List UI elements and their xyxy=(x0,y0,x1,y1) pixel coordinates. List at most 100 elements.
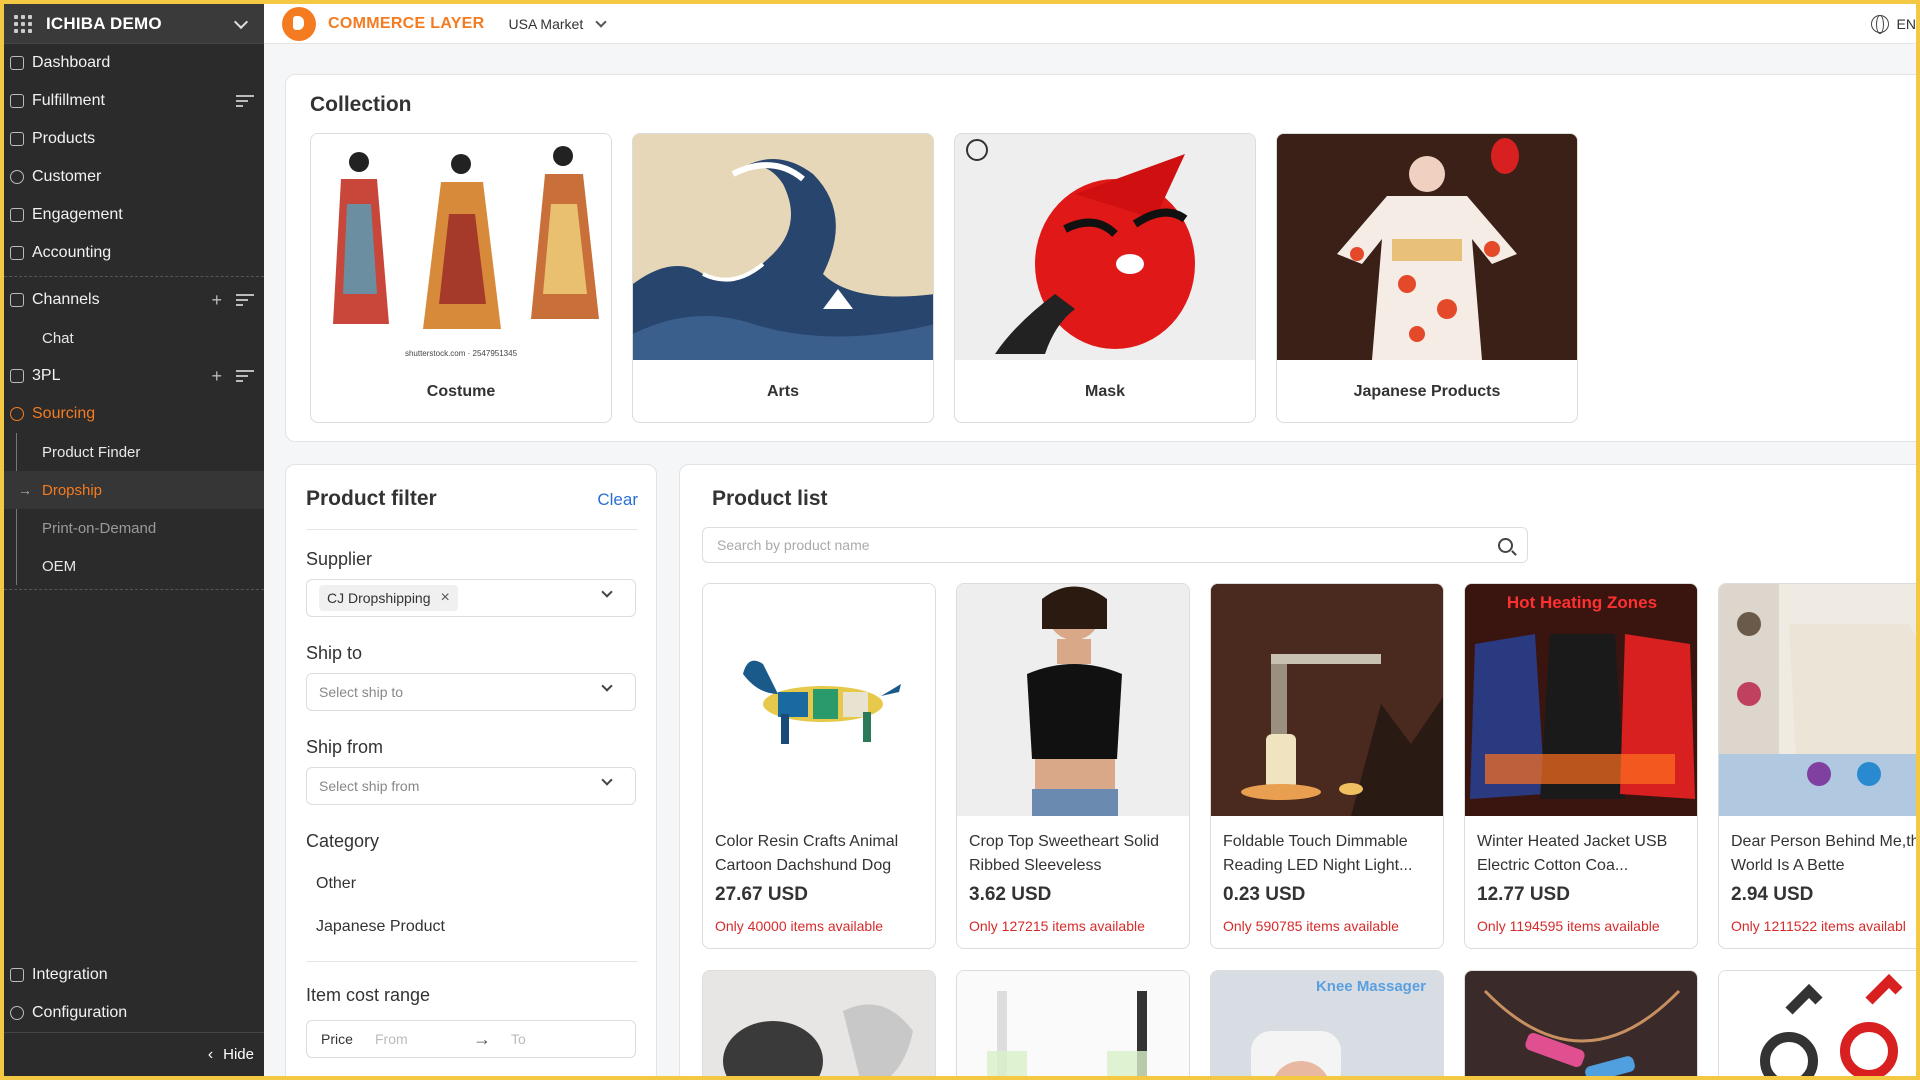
product-card[interactable] xyxy=(1718,970,1916,1076)
sidebar-item-label: Accounting xyxy=(32,244,112,261)
commerce-layer-logo-icon[interactable] xyxy=(282,6,316,41)
supplier-tag: CJ Dropshipping × xyxy=(319,585,458,611)
ship-from-label: Ship from xyxy=(306,737,384,757)
clear-filters-button[interactable]: Clear xyxy=(597,490,638,510)
org-switcher[interactable]: ICHIBA DEMO xyxy=(4,4,264,44)
filter-list-icon[interactable] xyxy=(236,369,254,383)
hide-sidebar-button[interactable]: ‹ Hide xyxy=(4,1032,264,1076)
arrow-right-icon: → xyxy=(473,1028,491,1049)
sidebar: ICHIBA DEMO Dashboard Fulfillment Produc… xyxy=(4,4,264,1076)
sidebar-subitem-chat[interactable]: Chat xyxy=(4,319,264,357)
cost-range-label: Item cost range xyxy=(306,985,431,1005)
sidebar-item-dashboard[interactable]: Dashboard xyxy=(4,44,264,82)
top-bar: COMMERCE LAYER USA Market EN xyxy=(264,4,1916,44)
product-image-shaver xyxy=(703,971,935,1076)
product-image-keychain xyxy=(1719,971,1916,1076)
sidebar-item-3pl[interactable]: 3PL + xyxy=(4,357,264,395)
supplier-select[interactable]: CJ Dropshipping × xyxy=(306,579,636,617)
product-card[interactable] xyxy=(956,970,1190,1076)
sidebar-subitem-print-on-demand[interactable]: Print-on-Demand xyxy=(4,509,264,547)
price-range-field: Price → xyxy=(306,1020,636,1058)
sidebar-item-sourcing[interactable]: Sourcing xyxy=(4,395,264,433)
sidebar-item-label: Sourcing xyxy=(32,405,96,422)
sidebar-item-label: Integration xyxy=(32,966,108,983)
sidebar-subitem-dropship[interactable]: → Dropship xyxy=(4,471,264,509)
product-card[interactable]: Hot Heating Zones Winter Heated Jacket U… xyxy=(1464,583,1698,949)
remove-tag-icon[interactable]: × xyxy=(441,589,450,607)
plus-icon[interactable]: + xyxy=(211,290,222,311)
language-selector[interactable]: EN xyxy=(1870,14,1916,34)
filter-list-icon[interactable] xyxy=(236,94,254,108)
divider xyxy=(4,589,264,590)
sidebar-item-fulfillment[interactable]: Fulfillment xyxy=(4,82,264,120)
category-option-other[interactable]: Other xyxy=(316,875,356,893)
sourcing-search-icon xyxy=(10,407,24,421)
product-stock: Only 1211522 items availabl xyxy=(1731,918,1906,934)
product-card[interactable]: Dear Person Behind Me,the World Is A Bet… xyxy=(1718,583,1916,949)
apps-grid-icon[interactable] xyxy=(14,14,32,33)
collection-card-japanese-products[interactable]: Japanese Products xyxy=(1276,133,1578,423)
filter-title: Product filter xyxy=(306,487,437,510)
product-image-crystal-necklace xyxy=(1465,971,1697,1076)
search-input[interactable] xyxy=(717,537,1498,553)
fulfillment-icon xyxy=(10,94,24,108)
collection-card-costume[interactable]: shutterstock.com · 2547951345 Costume xyxy=(310,133,612,423)
category-option-japanese-product[interactable]: Japanese Product xyxy=(316,918,445,936)
sidebar-subitem-oem[interactable]: OEM xyxy=(4,547,264,585)
collection-label: Mask xyxy=(1084,383,1126,400)
ship-to-placeholder: Select ship to xyxy=(319,684,404,700)
sidebar-bottom: Integration Configuration ‹ Hide xyxy=(4,956,264,1076)
product-card[interactable] xyxy=(702,970,936,1076)
supplier-tag-label: CJ Dropshipping xyxy=(327,590,431,606)
chevron-down-icon xyxy=(601,586,613,598)
sidebar-item-label: Products xyxy=(32,130,96,147)
product-card[interactable] xyxy=(1464,970,1698,1076)
ship-from-select[interactable]: Select ship from xyxy=(306,767,636,805)
product-price: 0.23 USD xyxy=(1223,884,1306,905)
app-frame: ICHIBA DEMO Dashboard Fulfillment Produc… xyxy=(4,4,1916,1076)
dashboard-icon xyxy=(10,56,24,70)
sidebar-item-customer[interactable]: Customer xyxy=(4,158,264,196)
plus-icon[interactable]: + xyxy=(211,366,222,387)
sidebar-item-channels[interactable]: Channels + xyxy=(4,281,264,319)
filter-list-icon[interactable] xyxy=(236,293,254,307)
divider xyxy=(4,276,264,277)
jacket-banner-text: Hot Heating Zones xyxy=(1507,593,1657,612)
sidebar-item-label: Configuration xyxy=(32,1004,128,1021)
integration-icon xyxy=(10,968,24,982)
knee-banner-text: Knee Massager xyxy=(1316,978,1426,995)
sidebar-item-engagement[interactable]: Engagement xyxy=(4,196,264,234)
warehouse-icon xyxy=(10,369,24,383)
chevron-left-icon: ‹ xyxy=(207,1045,214,1063)
sidebar-item-products[interactable]: Products xyxy=(4,120,264,158)
sidebar-item-configuration[interactable]: Configuration xyxy=(4,994,264,1032)
sidebar-subitem-label: Print-on-Demand xyxy=(42,519,157,537)
product-card[interactable]: Foldable Touch Dimmable Reading LED Nigh… xyxy=(1210,583,1444,949)
collection-card-arts[interactable]: Arts xyxy=(632,133,934,423)
price-to-input[interactable] xyxy=(511,1031,601,1047)
product-card[interactable]: Knee Massager xyxy=(1210,970,1444,1076)
collection-section: Collection shutterstock.com · 2547951345… xyxy=(285,74,1916,442)
chevron-down-icon xyxy=(595,15,607,28)
sidebar-subitem-product-finder[interactable]: Product Finder xyxy=(4,433,264,471)
ship-from-placeholder: Select ship from xyxy=(319,778,420,794)
chevron-down-icon[interactable] xyxy=(233,14,249,29)
product-card[interactable]: Color Resin Crafts Animal Cartoon Dachsh… xyxy=(702,583,936,949)
ship-to-select[interactable]: Select ship to xyxy=(306,673,636,711)
sidebar-item-integration[interactable]: Integration xyxy=(4,956,264,994)
product-name: Color Resin Crafts Animal Cartoon Dachsh… xyxy=(715,833,899,874)
search-icon[interactable] xyxy=(1498,537,1513,553)
brand-name[interactable]: COMMERCE LAYER xyxy=(328,15,485,33)
collection-card-mask[interactable]: Mask xyxy=(954,133,1256,423)
product-price: 3.62 USD xyxy=(969,884,1052,905)
product-name: Dear Person Behind Me,the World Is A Bet… xyxy=(1731,833,1916,874)
price-from-input[interactable] xyxy=(375,1031,465,1047)
product-name: Foldable Touch Dimmable Reading LED Nigh… xyxy=(1223,833,1413,874)
sidebar-item-accounting[interactable]: Accounting xyxy=(4,234,264,272)
product-card[interactable]: Crop Top Sweetheart Solid Ribbed Sleevel… xyxy=(956,583,1190,949)
market-selector[interactable]: USA Market xyxy=(509,15,607,32)
sidebar-subitem-label: OEM xyxy=(42,557,77,575)
language-label: EN xyxy=(1896,15,1916,32)
product-stock: Only 40000 items available xyxy=(715,918,884,934)
product-image-heated-jacket: Hot Heating Zones xyxy=(1465,584,1697,816)
